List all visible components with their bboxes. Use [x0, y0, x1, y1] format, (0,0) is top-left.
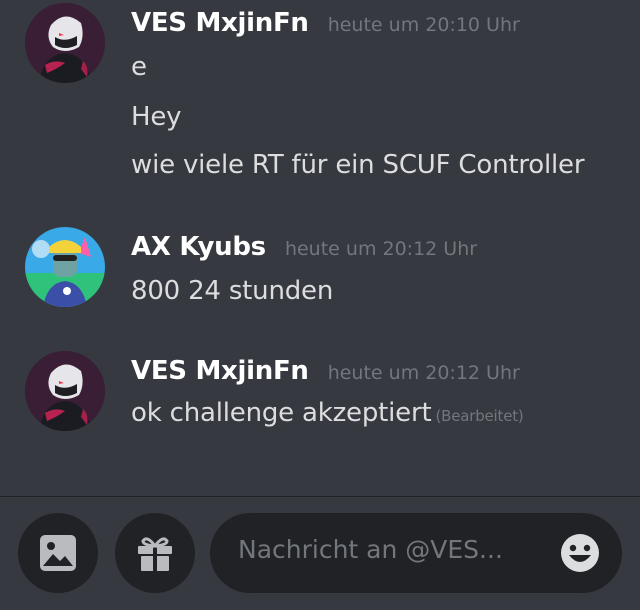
message-input[interactable]: Nachricht an @VES...: [210, 513, 622, 593]
author-name[interactable]: VES MxjinFn: [131, 356, 309, 386]
timestamp: heute um 20:12 Uhr: [327, 362, 520, 384]
message-header: VES MxjinFn heute um 20:10 Uhr: [131, 8, 520, 38]
timestamp: heute um 20:10 Uhr: [327, 14, 520, 36]
avatar[interactable]: [25, 227, 105, 307]
message-header: VES MxjinFn heute um 20:12 Uhr: [131, 356, 520, 386]
gift-button[interactable]: [115, 513, 195, 593]
emoji-button[interactable]: [560, 533, 600, 573]
message-text-content: ok challenge akzeptiert: [131, 398, 432, 428]
ninja-avatar-icon: [25, 351, 105, 431]
message-text: 800 24 stunden: [131, 276, 334, 306]
avatar[interactable]: [25, 3, 105, 83]
image-upload-button[interactable]: [18, 513, 98, 593]
message-text: ok challenge akzeptiert (Bearbeitet): [131, 398, 524, 428]
author-name[interactable]: AX Kyubs: [131, 232, 266, 262]
message-text: e: [131, 52, 147, 82]
edited-label: (Bearbeitet): [435, 407, 524, 425]
message-header: AX Kyubs heute um 20:12 Uhr: [131, 232, 477, 262]
message-text: Hey: [131, 102, 182, 132]
ninja-avatar-icon: [25, 3, 105, 83]
author-name[interactable]: VES MxjinFn: [131, 8, 309, 38]
gift-icon: [138, 537, 172, 571]
message-text: wie viele RT für ein SCUF Controller: [131, 150, 585, 180]
timestamp: heute um 20:12 Uhr: [284, 238, 478, 260]
message-input-placeholder: Nachricht an @VES...: [238, 535, 503, 564]
image-icon: [40, 535, 76, 571]
emoji-icon: [561, 534, 599, 572]
beach-avatar-icon: [25, 227, 105, 307]
avatar[interactable]: [25, 351, 105, 431]
